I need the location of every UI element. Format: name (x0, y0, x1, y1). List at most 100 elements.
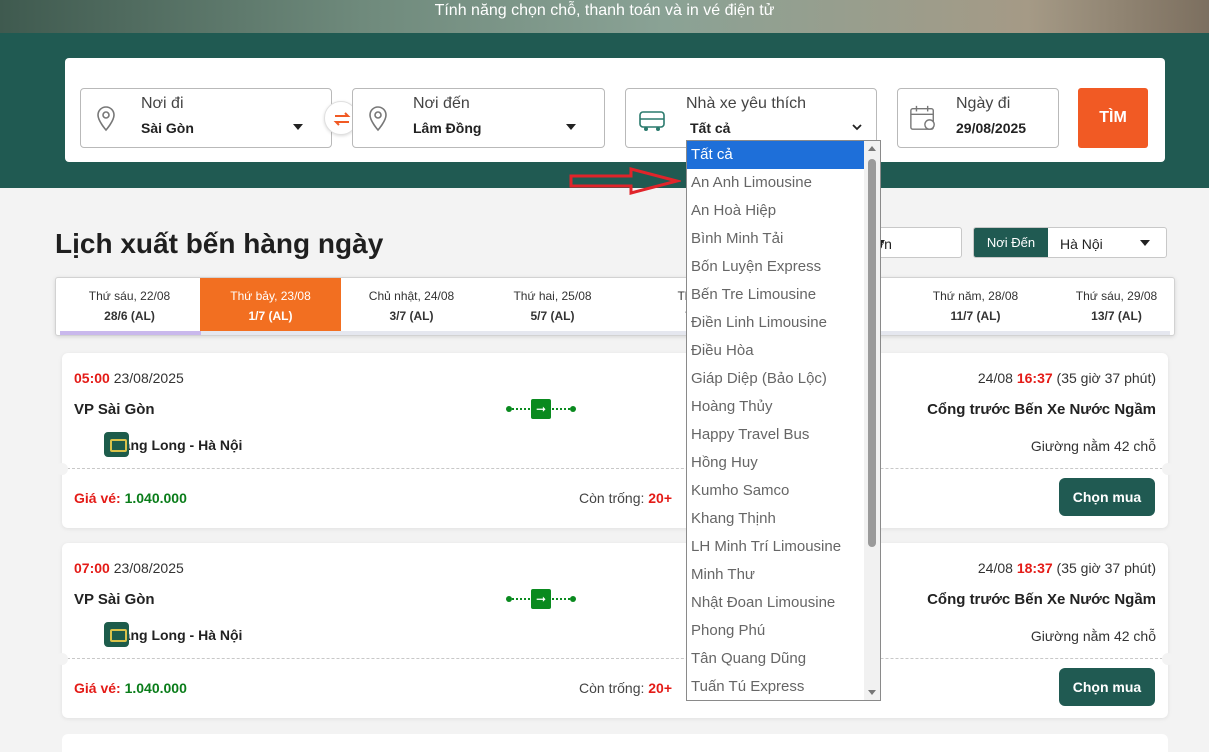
date-tab-day: Thứ năm, 28/08 (932, 289, 1019, 303)
trip-card: 07:00 23/08/2025 24/08 18:37 (35 giờ 37 … (56, 543, 1174, 718)
scroll-up-icon[interactable] (868, 146, 876, 151)
date-tab-lunar: 5/7 (AL) (530, 309, 575, 323)
operator-option[interactable]: LH Minh Trí Limousine (687, 533, 865, 561)
date-picker[interactable]: Ngày đi 29/08/2025 (897, 88, 1059, 148)
date-tab-lunar: 11/7 (AL) (950, 309, 1001, 323)
operator-option[interactable]: Điền Linh Limousine (687, 309, 865, 337)
arrival-date: 24/08 (977, 370, 1013, 386)
arrival-date: 24/08 (977, 560, 1013, 576)
seats-value: 20+ (648, 490, 673, 506)
date-tab-day: Thứ bảy, 23/08 (230, 289, 311, 303)
trip-destination: Cổng trước Bến Xe Nước Ngầm (927, 591, 1156, 608)
operator-logo (104, 622, 129, 647)
hero-tagline: Tính năng chọn chỗ, thanh toán và in vé … (434, 2, 775, 19)
operator-select[interactable]: Nhà xe yêu thích Tất cả (625, 88, 877, 148)
trip-card (62, 734, 1168, 752)
seats-available: Còn trống: 20+ (579, 490, 672, 506)
date-tab[interactable]: Chủ nhật, 24/08 3/7 (AL) (341, 278, 482, 331)
operator-option[interactable]: Điều Hòa (687, 337, 865, 365)
operator-value: Tất cả (690, 120, 731, 136)
date-tab[interactable]: Thứ sáu, 29/08 13/7 (AL) (1046, 278, 1174, 331)
trip-arrival: 24/08 18:37 (35 giờ 37 phút) (978, 560, 1156, 576)
operator-label: Nhà xe yêu thích (686, 95, 807, 112)
destination-filter-select[interactable]: Nơi Đến Hà Nội (973, 227, 1167, 258)
date-label: Ngày đi (956, 95, 1011, 112)
from-label: Nơi đi (141, 95, 184, 112)
from-select[interactable]: Nơi đi Sài Gòn (80, 88, 332, 148)
operator-option[interactable]: Tuấn Tú Express (687, 673, 865, 700)
dropdown-scrollbar[interactable] (864, 141, 880, 700)
to-value: Lâm Đồng (413, 120, 482, 136)
trip-operator: Hoàng Long - Hà Nội (74, 622, 242, 647)
trip-origin: VP Sài Gòn (74, 591, 155, 608)
trip-duration: (35 giờ 37 phút) (1056, 370, 1156, 386)
departure-date: 23/08/2025 (113, 370, 184, 386)
price-value: 1.040.000 (124, 490, 187, 506)
divider (56, 653, 1174, 665)
date-tab[interactable]: Thứ năm, 28/08 11/7 (AL) (905, 278, 1046, 331)
date-tab-lunar: 13/7 (AL) (1091, 309, 1142, 323)
bus-arrow-icon: ➞ (531, 589, 551, 609)
schedule-title: Lịch xuất bến hàng ngày (55, 228, 384, 259)
trip-origin: VP Sài Gòn (74, 401, 155, 418)
price-label: Giá vé: (74, 680, 121, 696)
operator-option[interactable]: Tân Quang Dũng (687, 645, 865, 673)
operator-option[interactable]: Bình Minh Tải (687, 225, 865, 253)
chevron-down-icon (293, 124, 303, 130)
calendar-icon (910, 105, 935, 130)
operator-option[interactable]: Phong Phú (687, 617, 865, 645)
operator-dropdown-list[interactable]: Tất cả An Anh Limousine An Hoà Hiệp Bình Mi… (686, 140, 881, 701)
seats-available: Còn trống: 20+ (579, 680, 672, 696)
departure-time: 05:00 (74, 370, 110, 386)
date-tab-lunar: 3/7 (AL) (389, 309, 434, 323)
date-tab-lunar: 28/6 (AL) (104, 309, 155, 323)
trip-price: Giá vé: 1.040.000 (74, 490, 187, 506)
date-tab[interactable]: Thứ hai, 25/08 5/7 (AL) (482, 278, 623, 331)
date-tabs: Thứ sáu, 22/08 28/6 (AL) Thứ bảy, 23/08 1/… (55, 277, 1175, 336)
operator-options: Tất cả An Anh Limousine An Hoà Hiệp Bình Mi… (687, 141, 865, 700)
operator-option[interactable]: Bến Tre Limousine (687, 281, 865, 309)
operator-option[interactable]: An Hoà Hiệp (687, 197, 865, 225)
trip-price: Giá vé: 1.040.000 (74, 680, 187, 696)
date-tab-day: Thứ sáu, 29/08 (1075, 289, 1158, 303)
trip-departure: 07:00 23/08/2025 (74, 560, 184, 576)
date-tab-active[interactable]: Thứ bảy, 23/08 1/7 (AL) (200, 278, 341, 331)
departure-time: 07:00 (74, 560, 110, 576)
operator-option[interactable]: Giáp Diệp (Bảo Lộc) (687, 365, 865, 393)
bus-icon (639, 111, 665, 131)
seats-value: 20+ (648, 680, 673, 696)
operator-option[interactable]: Kumho Samco (687, 477, 865, 505)
date-tab-day: Chủ nhật, 24/08 (368, 289, 455, 303)
search-button[interactable]: TÌM (1078, 88, 1148, 148)
trip-destination: Cổng trước Bến Xe Nước Ngầm (927, 401, 1156, 418)
scroll-thumb[interactable] (868, 159, 876, 547)
location-pin-icon (369, 106, 387, 132)
operator-option[interactable]: Khang Thịnh (687, 505, 865, 533)
chevron-down-icon (566, 124, 576, 130)
search-form: Nơi đi Sài Gòn Nơi đến Lâm Đồng Nhà xe y… (65, 58, 1165, 162)
operator-option[interactable]: Tất cả (687, 141, 865, 169)
date-tab[interactable]: Thứ sáu, 22/08 28/6 (AL) (59, 278, 200, 331)
trip-duration: (35 giờ 37 phút) (1056, 560, 1156, 576)
date-tab-day: Thứ hai, 25/08 (513, 289, 592, 303)
operator-option[interactable]: An Anh Limousine (687, 169, 865, 197)
red-arrow-icon (569, 167, 681, 195)
buy-button[interactable]: Chọn mua (1059, 478, 1155, 516)
arrival-time: 18:37 (1016, 560, 1053, 576)
operator-option[interactable]: Hồng Huy (687, 449, 865, 477)
scroll-down-icon[interactable] (868, 690, 876, 695)
chevron-down-icon (1140, 240, 1150, 246)
buy-button[interactable]: Chọn mua (1059, 668, 1155, 706)
arrival-time: 16:37 (1016, 370, 1053, 386)
operator-option[interactable]: Minh Thư (687, 561, 865, 589)
operator-option[interactable]: Nhật Đoan Limousine (687, 589, 865, 617)
to-label: Nơi đến (413, 95, 470, 112)
operator-option[interactable]: Happy Travel Bus (687, 421, 865, 449)
operator-option[interactable]: Bốn Luyện Express (687, 253, 865, 281)
from-value: Sài Gòn (141, 120, 194, 136)
departure-date: 23/08/2025 (113, 560, 184, 576)
to-select[interactable]: Nơi đến Lâm Đồng (352, 88, 605, 148)
price-label: Giá vé: (74, 490, 121, 506)
operator-option[interactable]: Hoàng Thủy (687, 393, 865, 421)
seat-type: Giường nằm 42 chỗ (1030, 628, 1156, 644)
